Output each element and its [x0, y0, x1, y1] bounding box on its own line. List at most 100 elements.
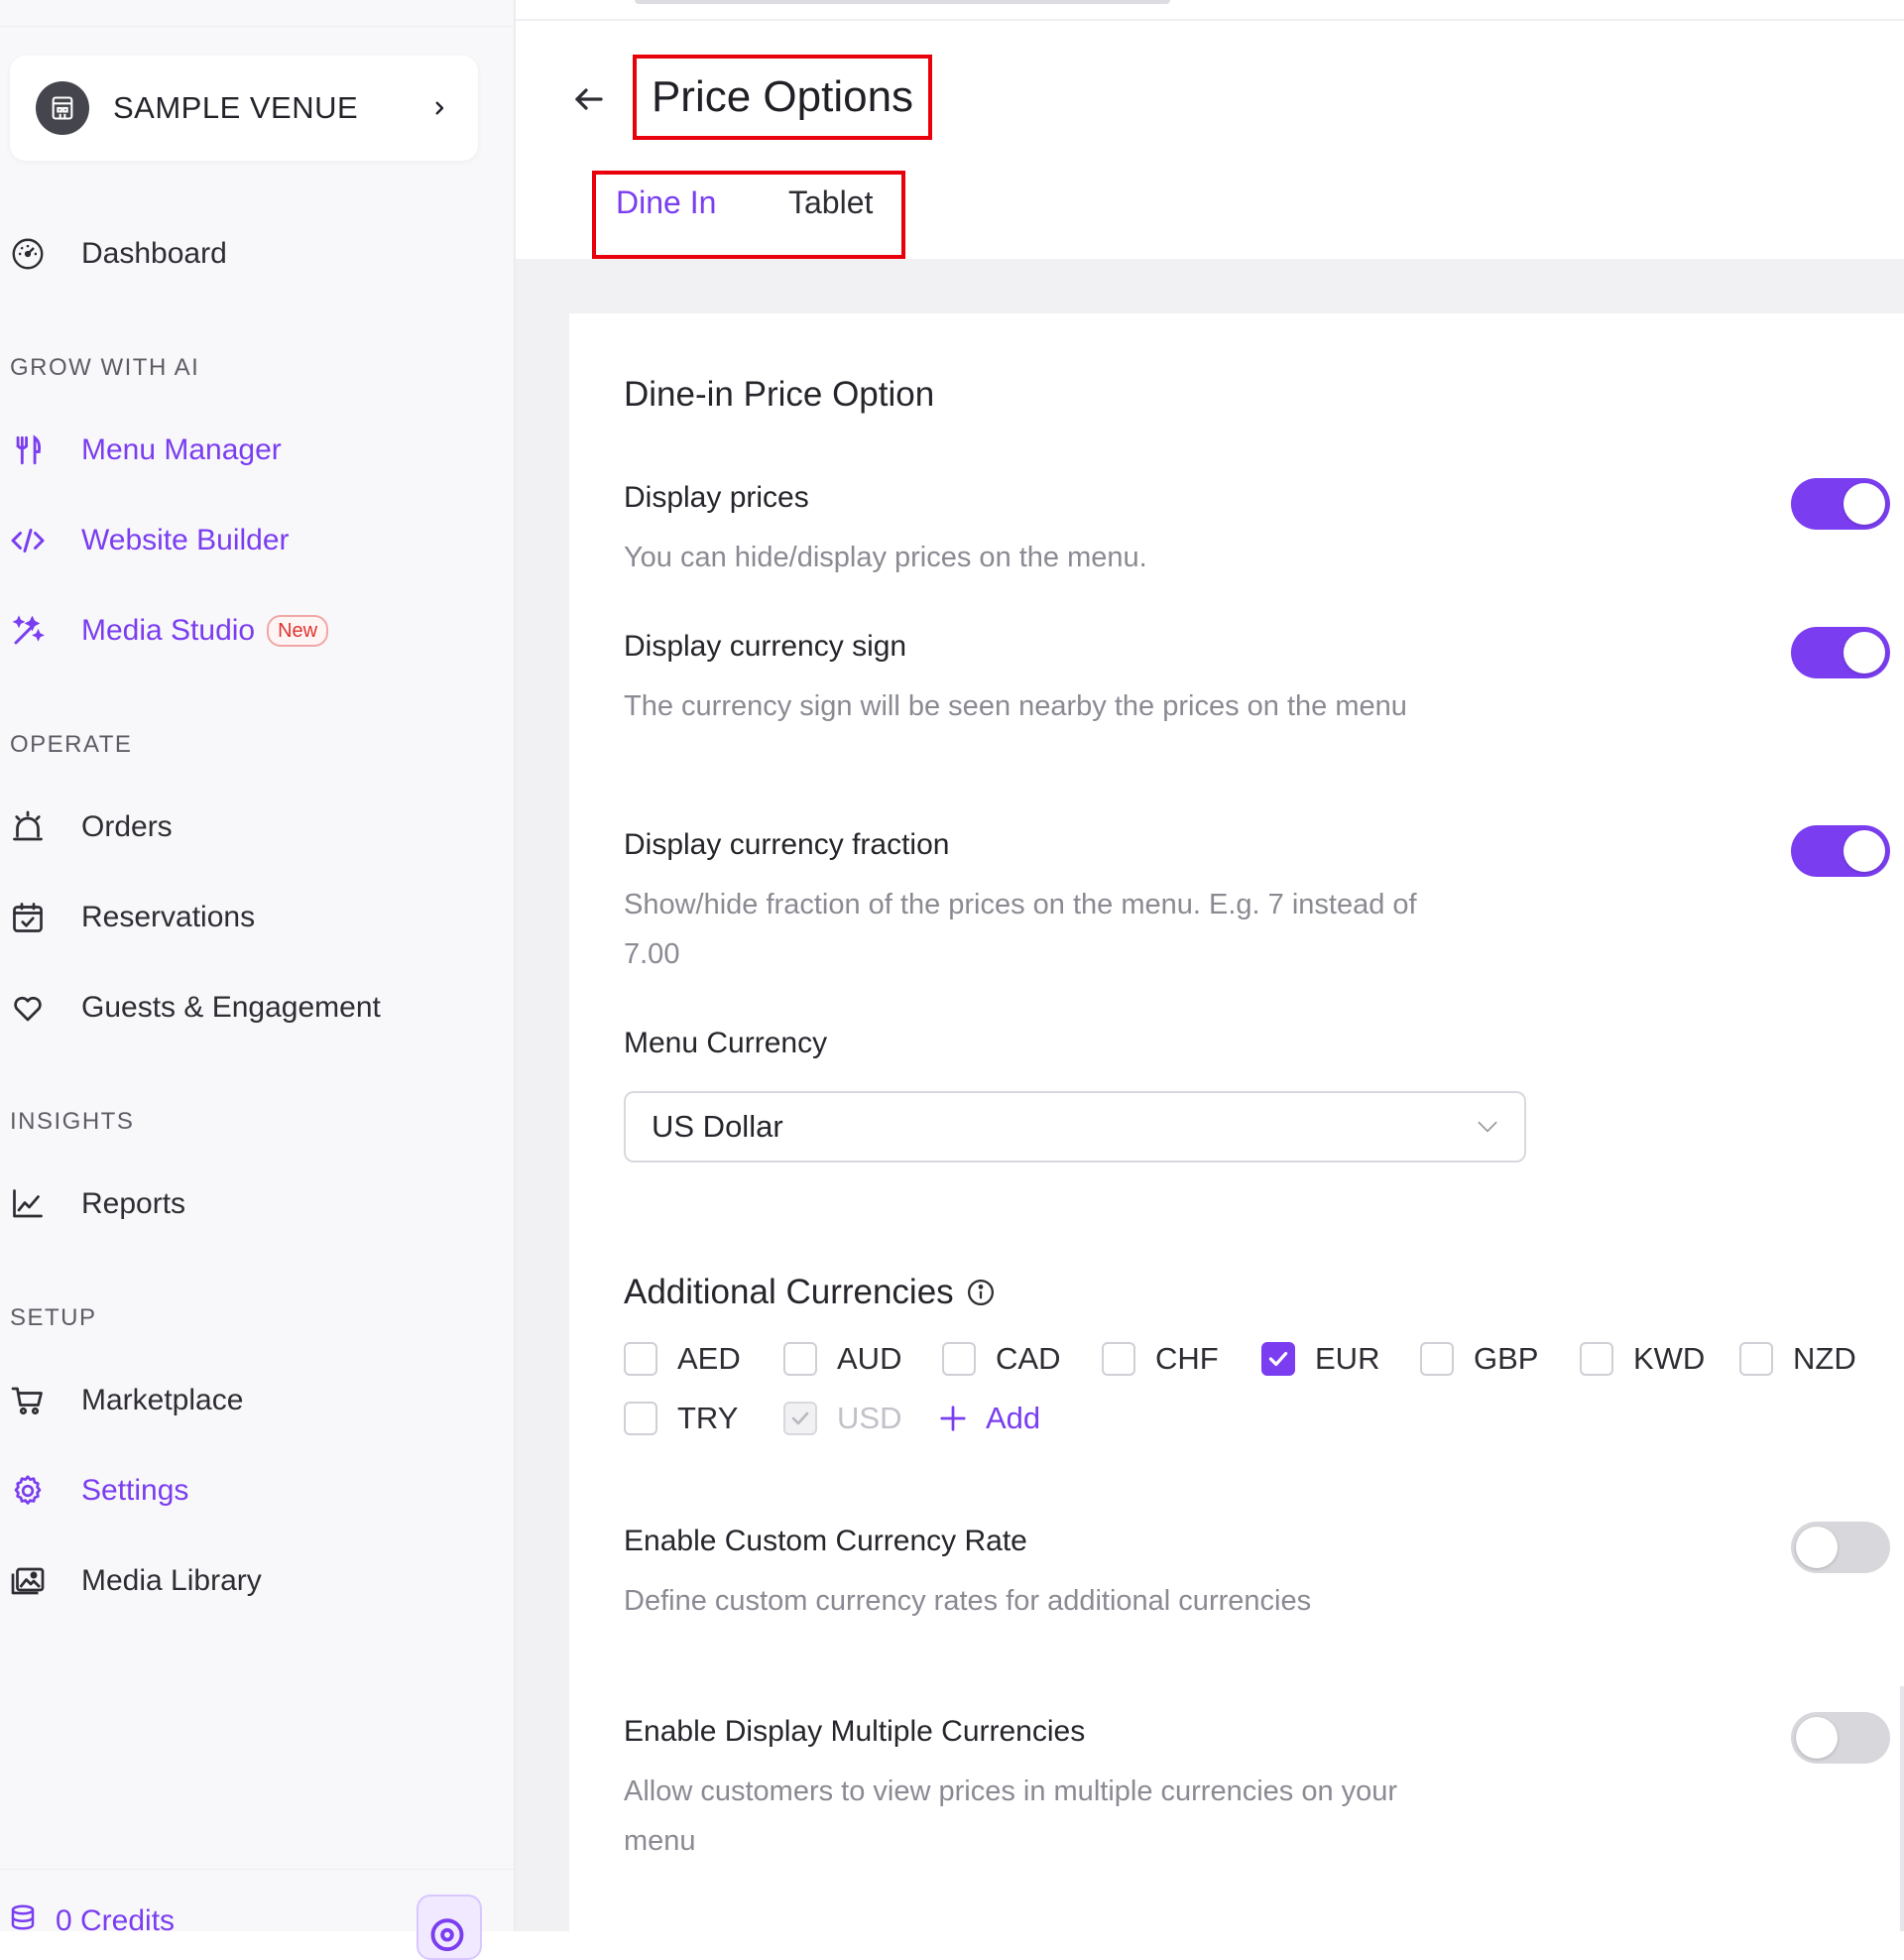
sidebar-item-website-builder[interactable]: Website Builder — [0, 511, 496, 570]
sidebar-item-label: Menu Manager — [81, 433, 282, 466]
custom-rate-desc: Define custom currency rates for additio… — [624, 1585, 1312, 1617]
page-title-text: Price Options — [651, 72, 914, 121]
checkbox[interactable] — [1580, 1342, 1613, 1376]
sidebar-item-settings[interactable]: Settings — [0, 1461, 496, 1521]
currency-checkbox-try[interactable]: TRY — [624, 1401, 738, 1436]
cart-icon — [8, 1381, 48, 1420]
support-icon — [430, 1918, 464, 1952]
venue-name: SAMPLE VENUE — [113, 90, 359, 125]
sidebar-item-label: Reports — [81, 1187, 186, 1220]
sidebar-item-dashboard[interactable]: Dashboard — [0, 224, 496, 284]
checkbox[interactable] — [1739, 1342, 1773, 1376]
section-label-insights: INSIGHTS — [10, 1108, 135, 1135]
checkbox[interactable] — [783, 1342, 817, 1376]
currency-checkbox-kwd[interactable]: KWD — [1580, 1341, 1705, 1377]
display-prices-toggle[interactable] — [1791, 478, 1890, 530]
new-badge: New — [267, 615, 329, 647]
display-prices-desc: You can hide/display prices on the menu. — [624, 542, 1147, 573]
currency-checkbox-usd: USD — [783, 1401, 901, 1436]
support-button[interactable] — [416, 1895, 482, 1960]
add-currency-label: Add — [986, 1401, 1041, 1435]
currency-code: AUD — [837, 1341, 902, 1376]
chevron-down-icon — [1475, 1114, 1500, 1140]
dashboard-gauge-icon — [8, 234, 48, 274]
heart-icon — [8, 988, 48, 1028]
menu-currency-label: Menu Currency — [624, 1027, 828, 1059]
multiple-currencies-title: Enable Display Multiple Currencies — [624, 1715, 1086, 1748]
code-icon — [8, 521, 48, 560]
section-label-grow: GROW WITH AI — [10, 354, 200, 381]
currency-checkbox-nzd[interactable]: NZD — [1739, 1341, 1856, 1377]
price-options-card: Dine-in Price Option Display prices You … — [569, 313, 1904, 1931]
check-icon — [1268, 1351, 1288, 1367]
bell-alarm-icon — [8, 807, 48, 847]
currency-checkbox-aed[interactable]: AED — [624, 1341, 741, 1377]
sidebar-item-marketplace[interactable]: Marketplace — [0, 1371, 496, 1430]
currency-checkbox-gbp[interactable]: GBP — [1420, 1341, 1538, 1377]
currency-sign-toggle[interactable] — [1791, 627, 1890, 678]
currency-code: GBP — [1474, 1341, 1539, 1376]
store-icon — [36, 81, 89, 135]
magic-wand-icon — [8, 611, 48, 651]
sidebar-item-label: Settings — [81, 1474, 189, 1507]
divider — [0, 26, 514, 27]
currency-checkbox-cad[interactable]: CAD — [942, 1341, 1060, 1377]
back-arrow-button[interactable] — [569, 79, 609, 119]
tab-dine-in[interactable]: Dine In — [616, 184, 716, 221]
top-scroll-indicator — [635, 0, 1170, 4]
custom-rate-toggle[interactable] — [1791, 1522, 1890, 1573]
currency-fraction-toggle[interactable] — [1791, 825, 1890, 877]
checkbox[interactable] — [1420, 1342, 1454, 1376]
currency-sign-title: Display currency sign — [624, 630, 907, 663]
sidebar: SAMPLE VENUE Dashboard GROW WITH AI Menu… — [0, 0, 516, 1960]
sidebar-item-orders[interactable]: Orders — [0, 797, 496, 857]
sidebar-item-label: Reservations — [81, 901, 256, 933]
sidebar-item-reports[interactable]: Reports — [0, 1174, 496, 1234]
sidebar-item-menu-manager[interactable]: Menu Manager — [0, 421, 496, 480]
checkbox[interactable] — [624, 1342, 657, 1376]
sidebar-item-media-studio[interactable]: Media Studio New — [0, 601, 496, 661]
sidebar-item-label: Guests & Engagement — [81, 991, 381, 1024]
currency-code: AED — [677, 1341, 741, 1376]
currency-sign-desc: The currency sign will be seen nearby th… — [624, 690, 1407, 722]
toggle-knob — [1796, 1717, 1838, 1759]
sidebar-item-label: Media Studio — [81, 614, 256, 647]
menu-currency-value: US Dollar — [652, 1109, 783, 1144]
sidebar-item-label: Orders — [81, 810, 173, 843]
chevron-right-icon — [430, 99, 448, 117]
add-currency-button[interactable]: Add — [938, 1401, 1040, 1436]
currency-checkbox-eur[interactable]: EUR — [1261, 1341, 1379, 1377]
sidebar-item-media-library[interactable]: Media Library — [0, 1551, 496, 1611]
currency-fraction-title: Display currency fraction — [624, 828, 950, 861]
check-icon — [791, 1411, 809, 1425]
scrollbar[interactable] — [1900, 1686, 1904, 1931]
currency-code: CAD — [996, 1341, 1061, 1376]
currency-checkbox-chf[interactable]: CHF — [1102, 1341, 1219, 1377]
sidebar-item-reservations[interactable]: Reservations — [0, 888, 496, 947]
multiple-currencies-desc: Allow customers to view prices in multip… — [624, 1776, 1398, 1857]
line-chart-icon — [8, 1184, 48, 1224]
calendar-check-icon — [8, 898, 48, 937]
tab-tablet[interactable]: Tablet — [788, 184, 873, 221]
currency-checkbox-aud[interactable]: AUD — [783, 1341, 901, 1377]
venue-selector[interactable]: SAMPLE VENUE — [10, 56, 478, 161]
currency-code: NZD — [1793, 1341, 1856, 1376]
info-icon[interactable] — [966, 1278, 996, 1307]
multiple-currencies-toggle[interactable] — [1791, 1712, 1890, 1764]
sidebar-item-guests-engagement[interactable]: Guests & Engagement — [0, 978, 496, 1038]
page-title: Price Options — [633, 55, 932, 140]
credits-link[interactable]: 0 Credits — [8, 1902, 175, 1940]
plus-icon — [940, 1406, 966, 1431]
checkbox[interactable] — [1102, 1342, 1135, 1376]
currency-code: KWD — [1633, 1341, 1706, 1376]
checkbox[interactable] — [624, 1402, 657, 1435]
fork-knife-icon — [8, 430, 48, 470]
sidebar-item-label: Media Library — [81, 1564, 262, 1597]
toggle-knob — [1844, 830, 1885, 872]
checkbox-checked[interactable] — [1261, 1342, 1295, 1376]
custom-rate-title: Enable Custom Currency Rate — [624, 1525, 1027, 1557]
toggle-knob — [1796, 1527, 1838, 1568]
menu-currency-select[interactable]: US Dollar — [624, 1091, 1526, 1163]
checkbox[interactable] — [942, 1342, 976, 1376]
divider — [516, 19, 1904, 21]
